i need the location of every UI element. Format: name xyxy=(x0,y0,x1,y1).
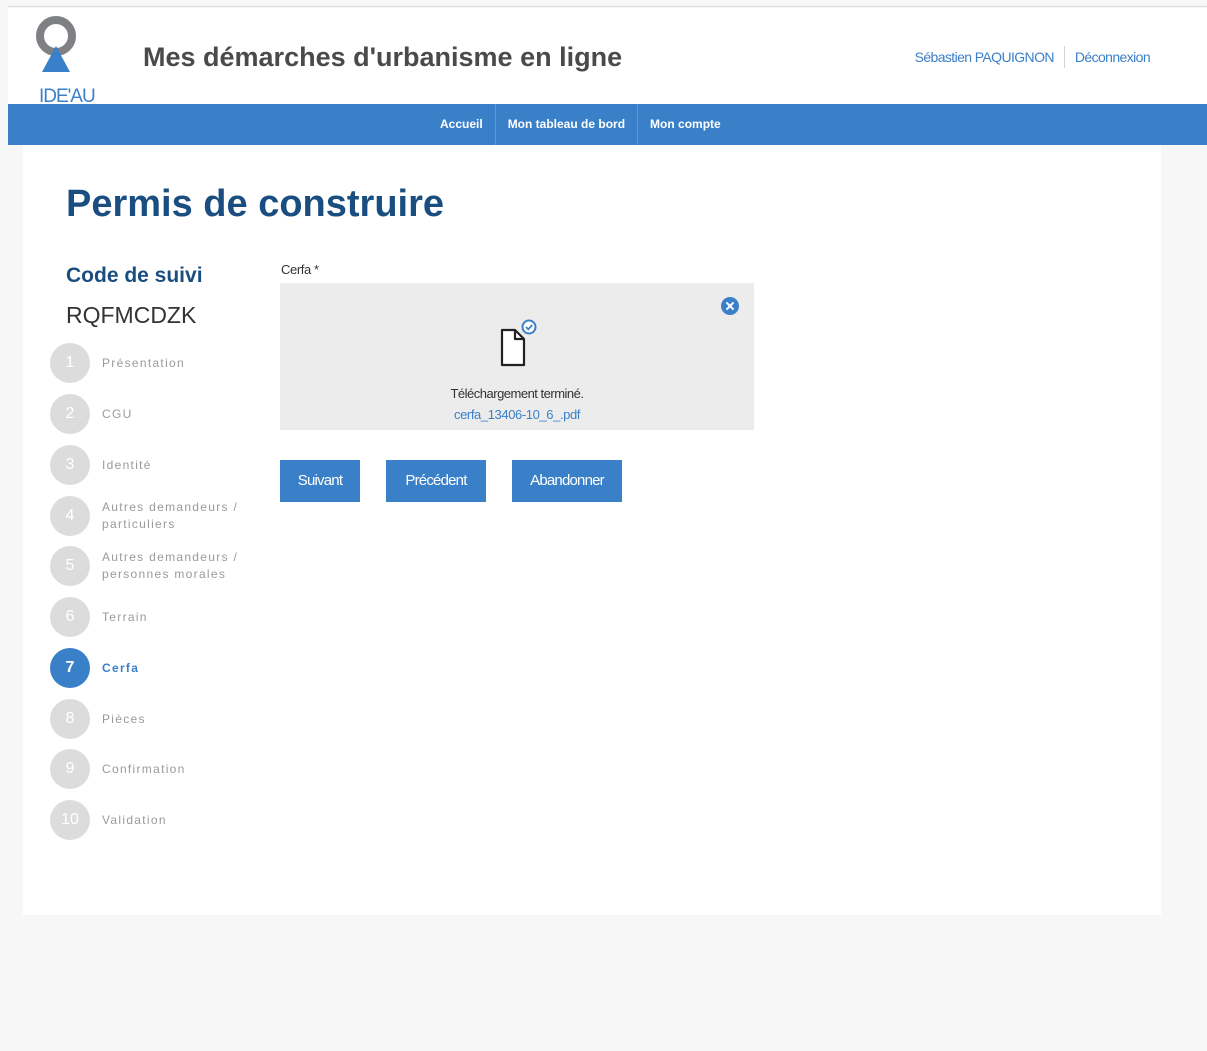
step-number: 5 xyxy=(50,546,90,586)
page-title: Permis de construire xyxy=(66,183,445,225)
step-item-confirmation[interactable]: 9 Confirmation xyxy=(50,749,252,789)
cerfa-upload-dropzone[interactable]: Téléchargement terminé. cerfa_13406-10_6… xyxy=(280,283,754,430)
step-label: Pièces xyxy=(102,711,146,726)
step-number: 9 xyxy=(50,749,90,789)
step-label: Présentation xyxy=(102,355,185,370)
nav-item-home[interactable]: Accueil xyxy=(428,104,496,145)
site-header: IDE'AU Mes démarches d'urbanisme en lign… xyxy=(8,8,1207,107)
logo-icon xyxy=(36,16,76,72)
tracking-code-label: Code de suivi xyxy=(66,264,203,287)
upload-status-text: Téléchargement terminé. xyxy=(450,386,584,401)
user-name-link[interactable]: Sébastien PAQUIGNON xyxy=(915,49,1055,65)
step-number: 1 xyxy=(50,343,90,383)
step-number: 7 xyxy=(50,648,90,688)
next-button[interactable]: Suivant xyxy=(280,460,360,502)
abandon-button[interactable]: Abandonner xyxy=(512,460,622,502)
tracking-code-value: RQFMCDZK xyxy=(66,302,197,328)
step-label: CGU xyxy=(102,406,133,421)
logo[interactable]: IDE'AU xyxy=(34,16,114,107)
step-number: 8 xyxy=(50,699,90,739)
step-item-pieces[interactable]: 8 Pièces xyxy=(50,699,252,739)
step-item-cgu[interactable]: 2 CGU xyxy=(50,394,252,434)
uploaded-file-link[interactable]: cerfa_13406-10_6_.pdf xyxy=(280,407,754,422)
step-label: Autres demandeurs / particuliers xyxy=(102,500,239,531)
user-links-divider xyxy=(1063,46,1065,68)
step-label: Validation xyxy=(102,812,167,827)
step-item-identite[interactable]: 3 Identité xyxy=(50,445,252,485)
site-title: Mes démarches d'urbanisme en ligne xyxy=(143,42,623,72)
step-number: 6 xyxy=(50,597,90,637)
previous-button[interactable]: Précédent xyxy=(386,460,486,502)
step-number: 4 xyxy=(50,496,90,536)
step-item-validation[interactable]: 10 Validation xyxy=(50,800,252,840)
main-nav: Accueil Mon tableau de bord Mon compte xyxy=(8,104,1207,145)
step-number: 10 xyxy=(50,800,90,840)
step-number: 3 xyxy=(50,445,90,485)
nav-item-dashboard[interactable]: Mon tableau de bord xyxy=(496,104,639,145)
file-uploaded-icon xyxy=(500,319,537,367)
step-item-cerfa[interactable]: 7 Cerfa xyxy=(50,648,252,688)
step-label: Identité xyxy=(102,457,152,472)
step-label: Autres demandeurs / personnes morales xyxy=(102,550,239,581)
cerfa-field-label: Cerfa * xyxy=(281,262,319,277)
step-label: Cerfa xyxy=(102,660,140,675)
step-item-autres-personnes-morales[interactable]: 5 Autres demandeurs / personnes morales xyxy=(50,546,252,586)
remove-file-icon[interactable] xyxy=(721,297,739,315)
step-label: Confirmation xyxy=(102,761,186,776)
top-divider xyxy=(8,6,1207,7)
step-label: Terrain xyxy=(102,609,148,624)
step-number: 2 xyxy=(50,394,90,434)
step-item-presentation[interactable]: 1 Présentation xyxy=(50,343,252,383)
main-content: Permis de construire Code de suivi RQFMC… xyxy=(23,145,1161,915)
step-item-autres-particuliers[interactable]: 4 Autres demandeurs / particuliers xyxy=(50,496,252,536)
user-links: Sébastien PAQUIGNON Déconnexion xyxy=(915,46,1151,68)
logout-link[interactable]: Déconnexion xyxy=(1075,49,1151,65)
nav-item-account[interactable]: Mon compte xyxy=(638,104,733,145)
step-item-terrain[interactable]: 6 Terrain xyxy=(50,597,252,637)
